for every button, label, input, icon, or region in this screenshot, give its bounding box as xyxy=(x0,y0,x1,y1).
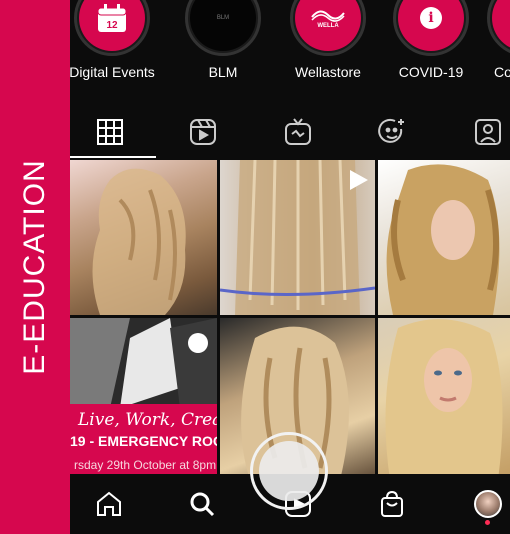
blm-logo: BLM xyxy=(190,0,256,51)
igtv-icon[interactable] xyxy=(276,110,320,154)
story-highlights: 12 Digital Events BLM BLM WELLA Wellasto… xyxy=(70,0,510,92)
post-thumbnail[interactable] xyxy=(220,160,375,315)
side-banner: E-EDUCATION xyxy=(0,0,70,534)
highlight-label: Wellastore xyxy=(295,64,361,80)
capture-button[interactable] xyxy=(250,432,328,510)
highlight-label: Digital Events xyxy=(70,64,155,80)
post-thumbnail[interactable] xyxy=(378,318,510,480)
side-banner-label: E-EDUCATION xyxy=(18,159,51,375)
search-icon[interactable] xyxy=(182,484,222,524)
post-thumbnail-banner[interactable]: Live, Work, Create 19 - EMERGENCY ROOI r… xyxy=(70,318,217,480)
tagged-icon[interactable] xyxy=(466,110,510,154)
post-thumbnail[interactable] xyxy=(70,160,217,315)
shop-icon[interactable] xyxy=(372,484,412,524)
info-icon: i xyxy=(398,0,464,51)
banner-line-3: rsday 29th October at 8pm xyxy=(74,458,217,472)
highlight-label: COVID-19 xyxy=(398,64,464,80)
effects-icon[interactable] xyxy=(370,110,414,154)
notification-dot xyxy=(485,520,490,525)
svg-text:12: 12 xyxy=(106,20,118,31)
banner-line-1: Live, Work, Create xyxy=(78,410,217,430)
profile-tabs xyxy=(70,110,510,158)
home-icon[interactable] xyxy=(89,484,129,524)
active-tab-indicator xyxy=(70,156,156,158)
instagram-profile-screen: 12 Digital Events BLM BLM WELLA Wellasto… xyxy=(70,0,510,534)
wella-logo: WELLA xyxy=(295,0,361,51)
highlight-label: BLM xyxy=(208,64,238,80)
banner-line-2: 19 - EMERGENCY ROOI xyxy=(70,433,217,449)
partial-highlight-icon xyxy=(492,0,510,51)
grid-icon[interactable] xyxy=(88,110,132,154)
reels-icon[interactable] xyxy=(181,110,225,154)
post-thumbnail[interactable] xyxy=(378,160,510,315)
highlight-label: Co xyxy=(494,64,510,80)
calendar-icon: 12 xyxy=(79,0,145,51)
profile-avatar[interactable] xyxy=(468,484,508,525)
